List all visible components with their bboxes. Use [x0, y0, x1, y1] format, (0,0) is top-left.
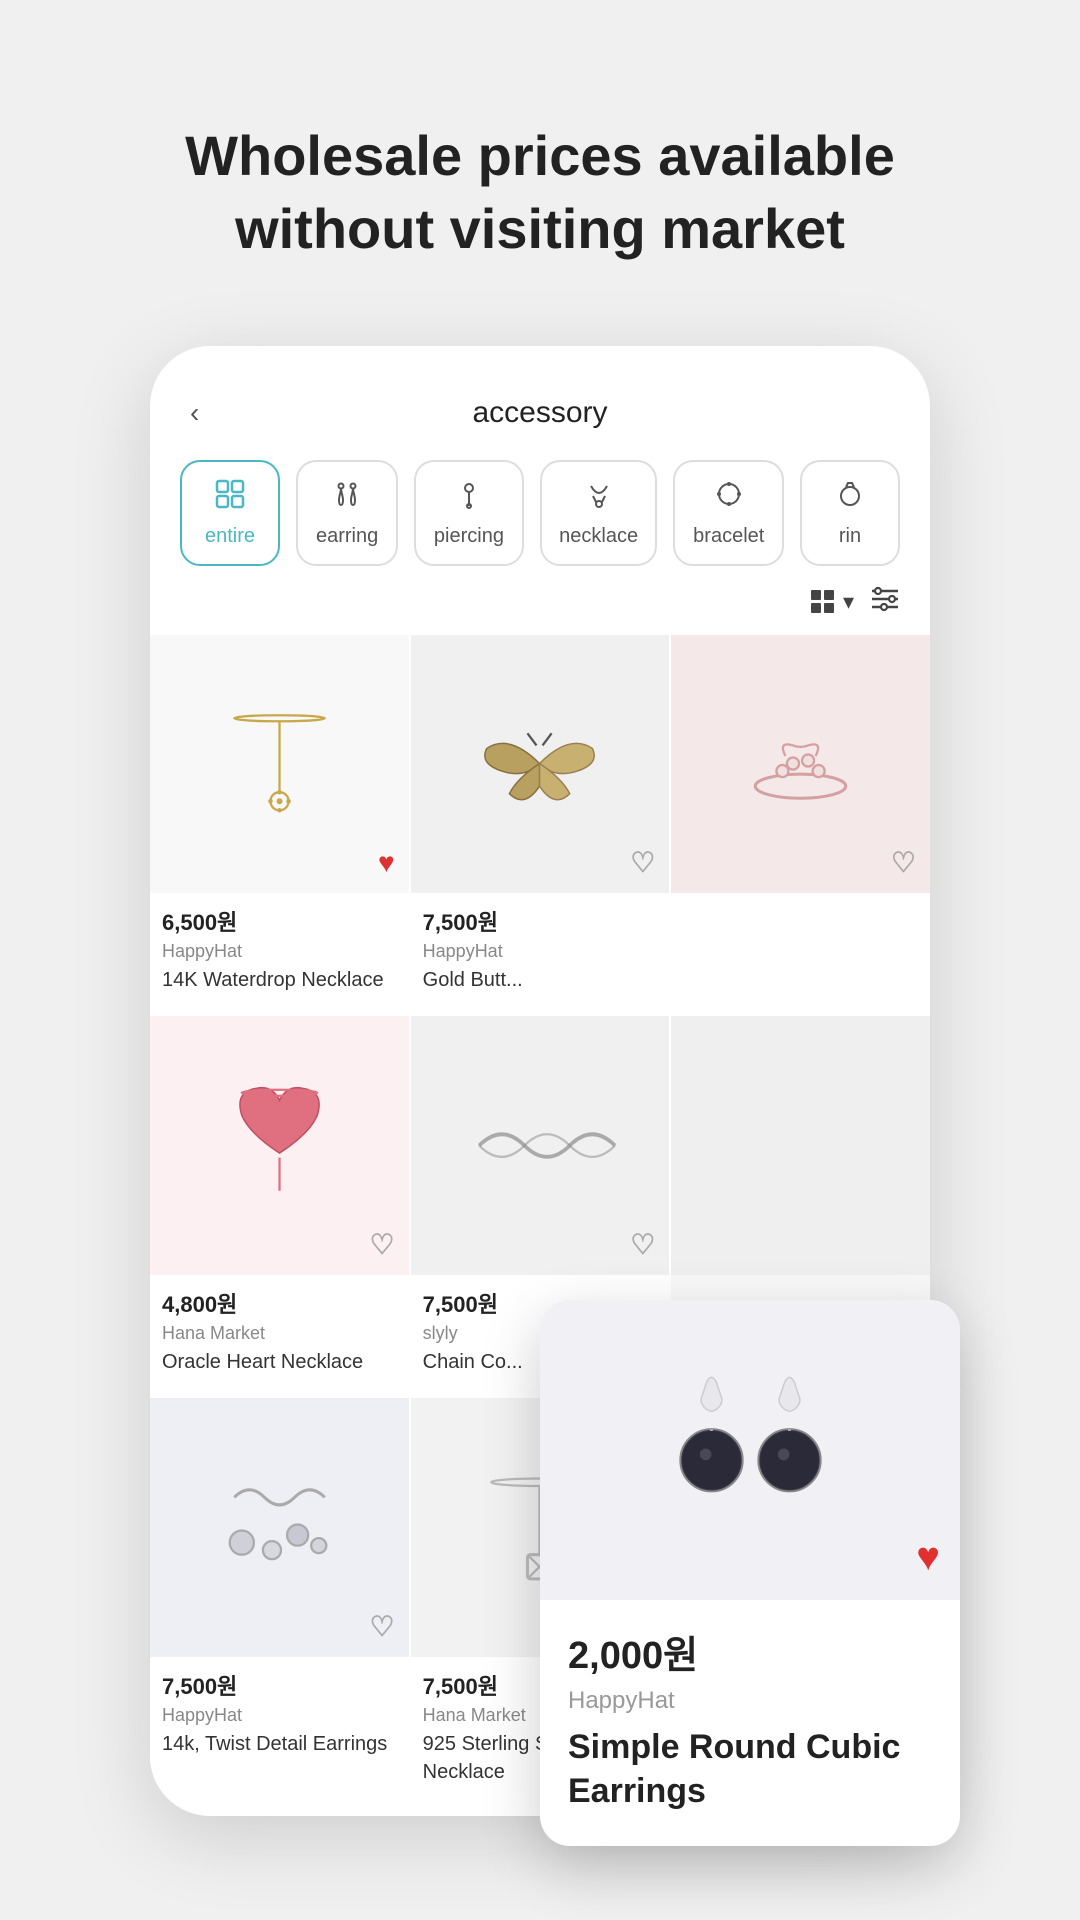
- product-image-p3: ♡: [671, 635, 930, 894]
- product-card-p1[interactable]: ♥ 6,500원 HappyHat 14K Waterdrop Necklace: [150, 635, 409, 1015]
- product-price-p4: 4,800원: [162, 1287, 397, 1319]
- product-seller-p1: HappyHat: [162, 941, 397, 962]
- product-card-p3[interactable]: ♡: [671, 635, 930, 1015]
- hero-text: Wholesale prices available without visit…: [125, 120, 955, 266]
- wishlist-button-p1[interactable]: ♥: [378, 847, 395, 879]
- product-name-p2: Gold Butt...: [423, 966, 658, 994]
- product-image-p1: ♥: [150, 635, 409, 894]
- ring-icon: [834, 478, 866, 517]
- product-image-p5: ♡: [411, 1016, 670, 1275]
- phone-header: ‹ accessory: [150, 376, 930, 450]
- tab-bracelet-label: bracelet: [693, 525, 764, 548]
- earring-icon: [331, 478, 363, 517]
- grid-view-button[interactable]: ▾: [809, 588, 854, 616]
- tab-necklace[interactable]: necklace: [540, 460, 658, 566]
- wishlist-button-p3[interactable]: ♡: [891, 846, 916, 879]
- floating-product-price: 2,000원: [568, 1624, 932, 1679]
- floating-card-info: 2,000원 HappyHat Simple Round Cubic Earri…: [540, 1600, 960, 1845]
- product-info-p1: 6,500원 HappyHat 14K Waterdrop Necklace: [150, 893, 409, 1014]
- grid-dropdown-arrow: ▾: [843, 589, 854, 615]
- product-seller-p2: HappyHat: [423, 941, 658, 962]
- bracelet-icon: [713, 478, 745, 517]
- necklace-icon: [583, 478, 615, 517]
- tab-earring-label: earring: [316, 525, 378, 548]
- tab-entire[interactable]: entire: [180, 460, 280, 566]
- product-price-p6: 7,500원: [162, 1669, 397, 1701]
- product-seller-p6: HappyHat: [162, 1705, 397, 1726]
- wishlist-button-p6[interactable]: ♡: [370, 1610, 395, 1643]
- product-seller-p4: Hana Market: [162, 1323, 397, 1344]
- tab-earring[interactable]: earring: [296, 460, 398, 566]
- page-title: accessory: [472, 396, 607, 430]
- category-tabs: entire earring: [150, 450, 930, 586]
- filter-button[interactable]: [870, 586, 900, 619]
- phone-wrapper: ‹ accessory entire: [150, 346, 930, 1816]
- product-name-p4: Oracle Heart Necklace: [162, 1348, 397, 1376]
- product-card-p4[interactable]: ♡ 4,800원 Hana Market Oracle Heart Neckla…: [150, 1016, 409, 1396]
- product-image-p6: ♡: [150, 1398, 409, 1657]
- product-image-p2: ♡: [411, 635, 670, 894]
- floating-product-card[interactable]: ♥ 2,000원 HappyHat Simple Round Cubic Ear…: [540, 1300, 960, 1845]
- piercing-icon: [453, 478, 485, 517]
- wishlist-button-p4[interactable]: ♡: [370, 1228, 395, 1261]
- back-button[interactable]: ‹: [190, 397, 199, 429]
- grid-icon: [214, 478, 246, 517]
- product-price-p1: 6,500원: [162, 905, 397, 937]
- tab-ring[interactable]: rin: [800, 460, 900, 566]
- floating-product-image: ♥: [540, 1300, 960, 1600]
- product-info-p4: 4,800원 Hana Market Oracle Heart Necklace: [150, 1275, 409, 1396]
- product-name-p1: 14K Waterdrop Necklace: [162, 966, 397, 994]
- product-info-p3: [671, 893, 930, 929]
- product-price-p2: 7,500원: [423, 905, 658, 937]
- product-info-p6: 7,500원 HappyHat 14k, Twist Detail Earrin…: [150, 1657, 409, 1778]
- grid-controls: ▾: [150, 586, 930, 635]
- tab-piercing-label: piercing: [434, 525, 504, 548]
- product-info-p2: 7,500원 HappyHat Gold Butt...: [411, 893, 670, 1014]
- floating-product-seller: HappyHat: [568, 1687, 932, 1715]
- tab-ring-label: rin: [839, 525, 861, 548]
- floating-wishlist-button[interactable]: ♥: [916, 1535, 940, 1580]
- floating-product-name: Simple Round Cubic Earrings: [568, 1725, 932, 1813]
- tab-piercing[interactable]: piercing: [414, 460, 523, 566]
- product-image-empty: [671, 1016, 930, 1275]
- product-name-p6: 14k, Twist Detail Earrings: [162, 1730, 397, 1758]
- wishlist-button-p2[interactable]: ♡: [630, 846, 655, 879]
- wishlist-button-p5[interactable]: ♡: [630, 1228, 655, 1261]
- product-card-p2[interactable]: ♡ 7,500원 HappyHat Gold Butt...: [411, 635, 670, 1015]
- product-card-p6[interactable]: ♡ 7,500원 HappyHat 14k, Twist Detail Earr…: [150, 1398, 409, 1806]
- product-image-p4: ♡: [150, 1016, 409, 1275]
- tab-bracelet[interactable]: bracelet: [673, 460, 784, 566]
- tab-necklace-label: necklace: [559, 525, 638, 548]
- tab-entire-label: entire: [205, 525, 255, 548]
